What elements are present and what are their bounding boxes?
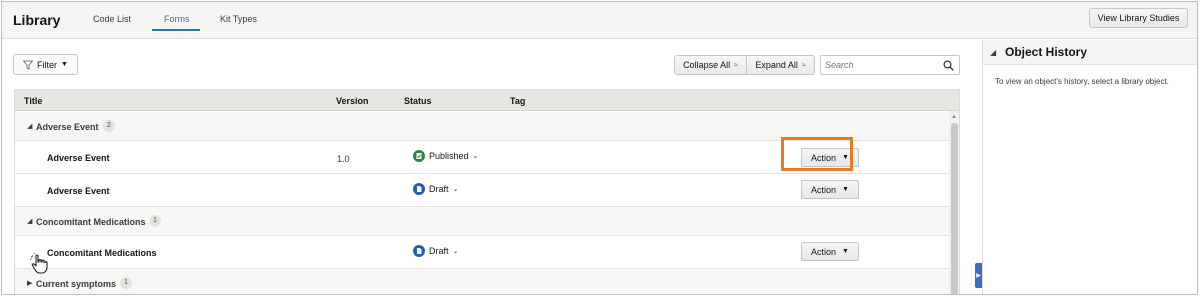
- expand-all-label: Expand All: [755, 60, 798, 70]
- panel-toggle-handle[interactable]: ▶: [975, 263, 982, 288]
- panel-message: To view an object's history, select a li…: [995, 77, 1169, 86]
- status-dropdown[interactable]: Draft ⌄: [413, 183, 458, 195]
- forms-table: Title Version Status Tag ◢ Adverse Event…: [14, 89, 960, 294]
- group-row-current-symptoms[interactable]: ▶ Current symptoms 1: [15, 269, 949, 294]
- status-label: Draft: [429, 246, 449, 256]
- object-history-panel: ◢ Object History To view an object's his…: [982, 40, 1197, 294]
- group-label: Current symptoms: [36, 279, 117, 289]
- form-version: 1.0: [337, 154, 350, 164]
- action-button[interactable]: Action ▼: [801, 242, 859, 261]
- form-title: Concomitant Medications: [47, 248, 157, 258]
- vertical-scrollbar[interactable]: ▲: [949, 111, 959, 294]
- panel-header[interactable]: ◢ Object History: [983, 40, 1197, 65]
- chevron-right-icon: ▶: [976, 273, 981, 279]
- library-window: Library Code List Forms Kit Types View L…: [1, 1, 1198, 295]
- status-dropdown[interactable]: Draft ⌄: [413, 245, 458, 257]
- draft-icon: [413, 245, 425, 257]
- caret-expanded-icon[interactable]: ◢: [27, 122, 32, 130]
- chevron-down-icon: ⌄: [452, 248, 459, 255]
- column-header-tag[interactable]: Tag: [510, 96, 525, 106]
- dropdown-arrow-icon: ▼: [842, 248, 849, 255]
- search-field[interactable]: [820, 55, 960, 75]
- group-label: Concomitant Medications: [36, 217, 146, 227]
- page-title: Library: [13, 12, 61, 28]
- scroll-up-icon[interactable]: ▲: [951, 114, 957, 120]
- panel-title: Object History: [1005, 45, 1088, 59]
- double-chevron-down-icon: ≈: [801, 61, 806, 69]
- top-bar: Library Code List Forms Kit Types View L…: [2, 2, 1197, 39]
- action-button[interactable]: Action ▼: [801, 180, 859, 199]
- expand-all-button[interactable]: Expand All ≈: [747, 55, 815, 75]
- count-badge: 1: [120, 277, 132, 289]
- action-label: Action: [811, 184, 837, 195]
- form-title: Adverse Event: [47, 186, 110, 196]
- double-chevron-up-icon: ≈: [734, 61, 738, 69]
- dropdown-arrow-icon: ▼: [842, 186, 849, 193]
- status-label: Draft: [429, 184, 449, 194]
- filter-button[interactable]: Filter ▼: [13, 54, 78, 75]
- scrollbar-thumb[interactable]: [951, 123, 958, 294]
- caret-collapsed-icon[interactable]: ▶: [27, 279, 32, 287]
- active-tab-indicator: [152, 29, 200, 31]
- action-label: Action: [811, 246, 837, 257]
- chevron-down-icon: ⌄: [452, 186, 459, 193]
- table-header: Title Version Status Tag: [15, 90, 959, 111]
- caret-expanded-icon[interactable]: ◢: [990, 48, 996, 57]
- filter-icon: [23, 60, 34, 70]
- tab-forms[interactable]: Forms: [164, 14, 190, 24]
- chevron-down-icon: ⌄: [472, 153, 479, 160]
- tab-code-list[interactable]: Code List: [93, 14, 131, 24]
- collapse-all-label: Collapse All: [683, 60, 731, 70]
- view-library-studies-button[interactable]: View Library Studies: [1089, 8, 1188, 28]
- count-badge: 2: [103, 120, 115, 132]
- chevron-down-icon: ▼: [61, 61, 68, 68]
- collapse-all-button[interactable]: Collapse All ≈: [674, 55, 747, 75]
- search-icon[interactable]: [943, 60, 954, 71]
- highlight-box: [781, 137, 853, 171]
- published-icon: [413, 150, 425, 162]
- column-header-version[interactable]: Version: [336, 96, 369, 106]
- column-header-title[interactable]: Title: [24, 96, 42, 106]
- search-input[interactable]: [825, 58, 937, 72]
- group-row-concomitant-medications[interactable]: ◢ Concomitant Medications 1: [15, 207, 949, 236]
- form-title: Adverse Event: [47, 153, 110, 163]
- table-row[interactable]: Concomitant Medications Draft ⌄ Action ▼: [15, 236, 949, 269]
- tab-kit-types[interactable]: Kit Types: [220, 14, 257, 24]
- group-label: Adverse Event: [36, 122, 99, 132]
- table-row[interactable]: Adverse Event Draft ⌄ Action ▼: [15, 174, 949, 207]
- hand-pointer-icon: [30, 253, 48, 274]
- status-label: Published: [429, 151, 469, 161]
- status-dropdown[interactable]: Published ⌄: [413, 150, 478, 162]
- caret-expanded-icon[interactable]: ◢: [27, 217, 32, 225]
- column-header-status[interactable]: Status: [404, 96, 432, 106]
- draft-icon: [413, 183, 425, 195]
- filter-label: Filter: [37, 59, 58, 70]
- count-badge: 1: [149, 215, 161, 227]
